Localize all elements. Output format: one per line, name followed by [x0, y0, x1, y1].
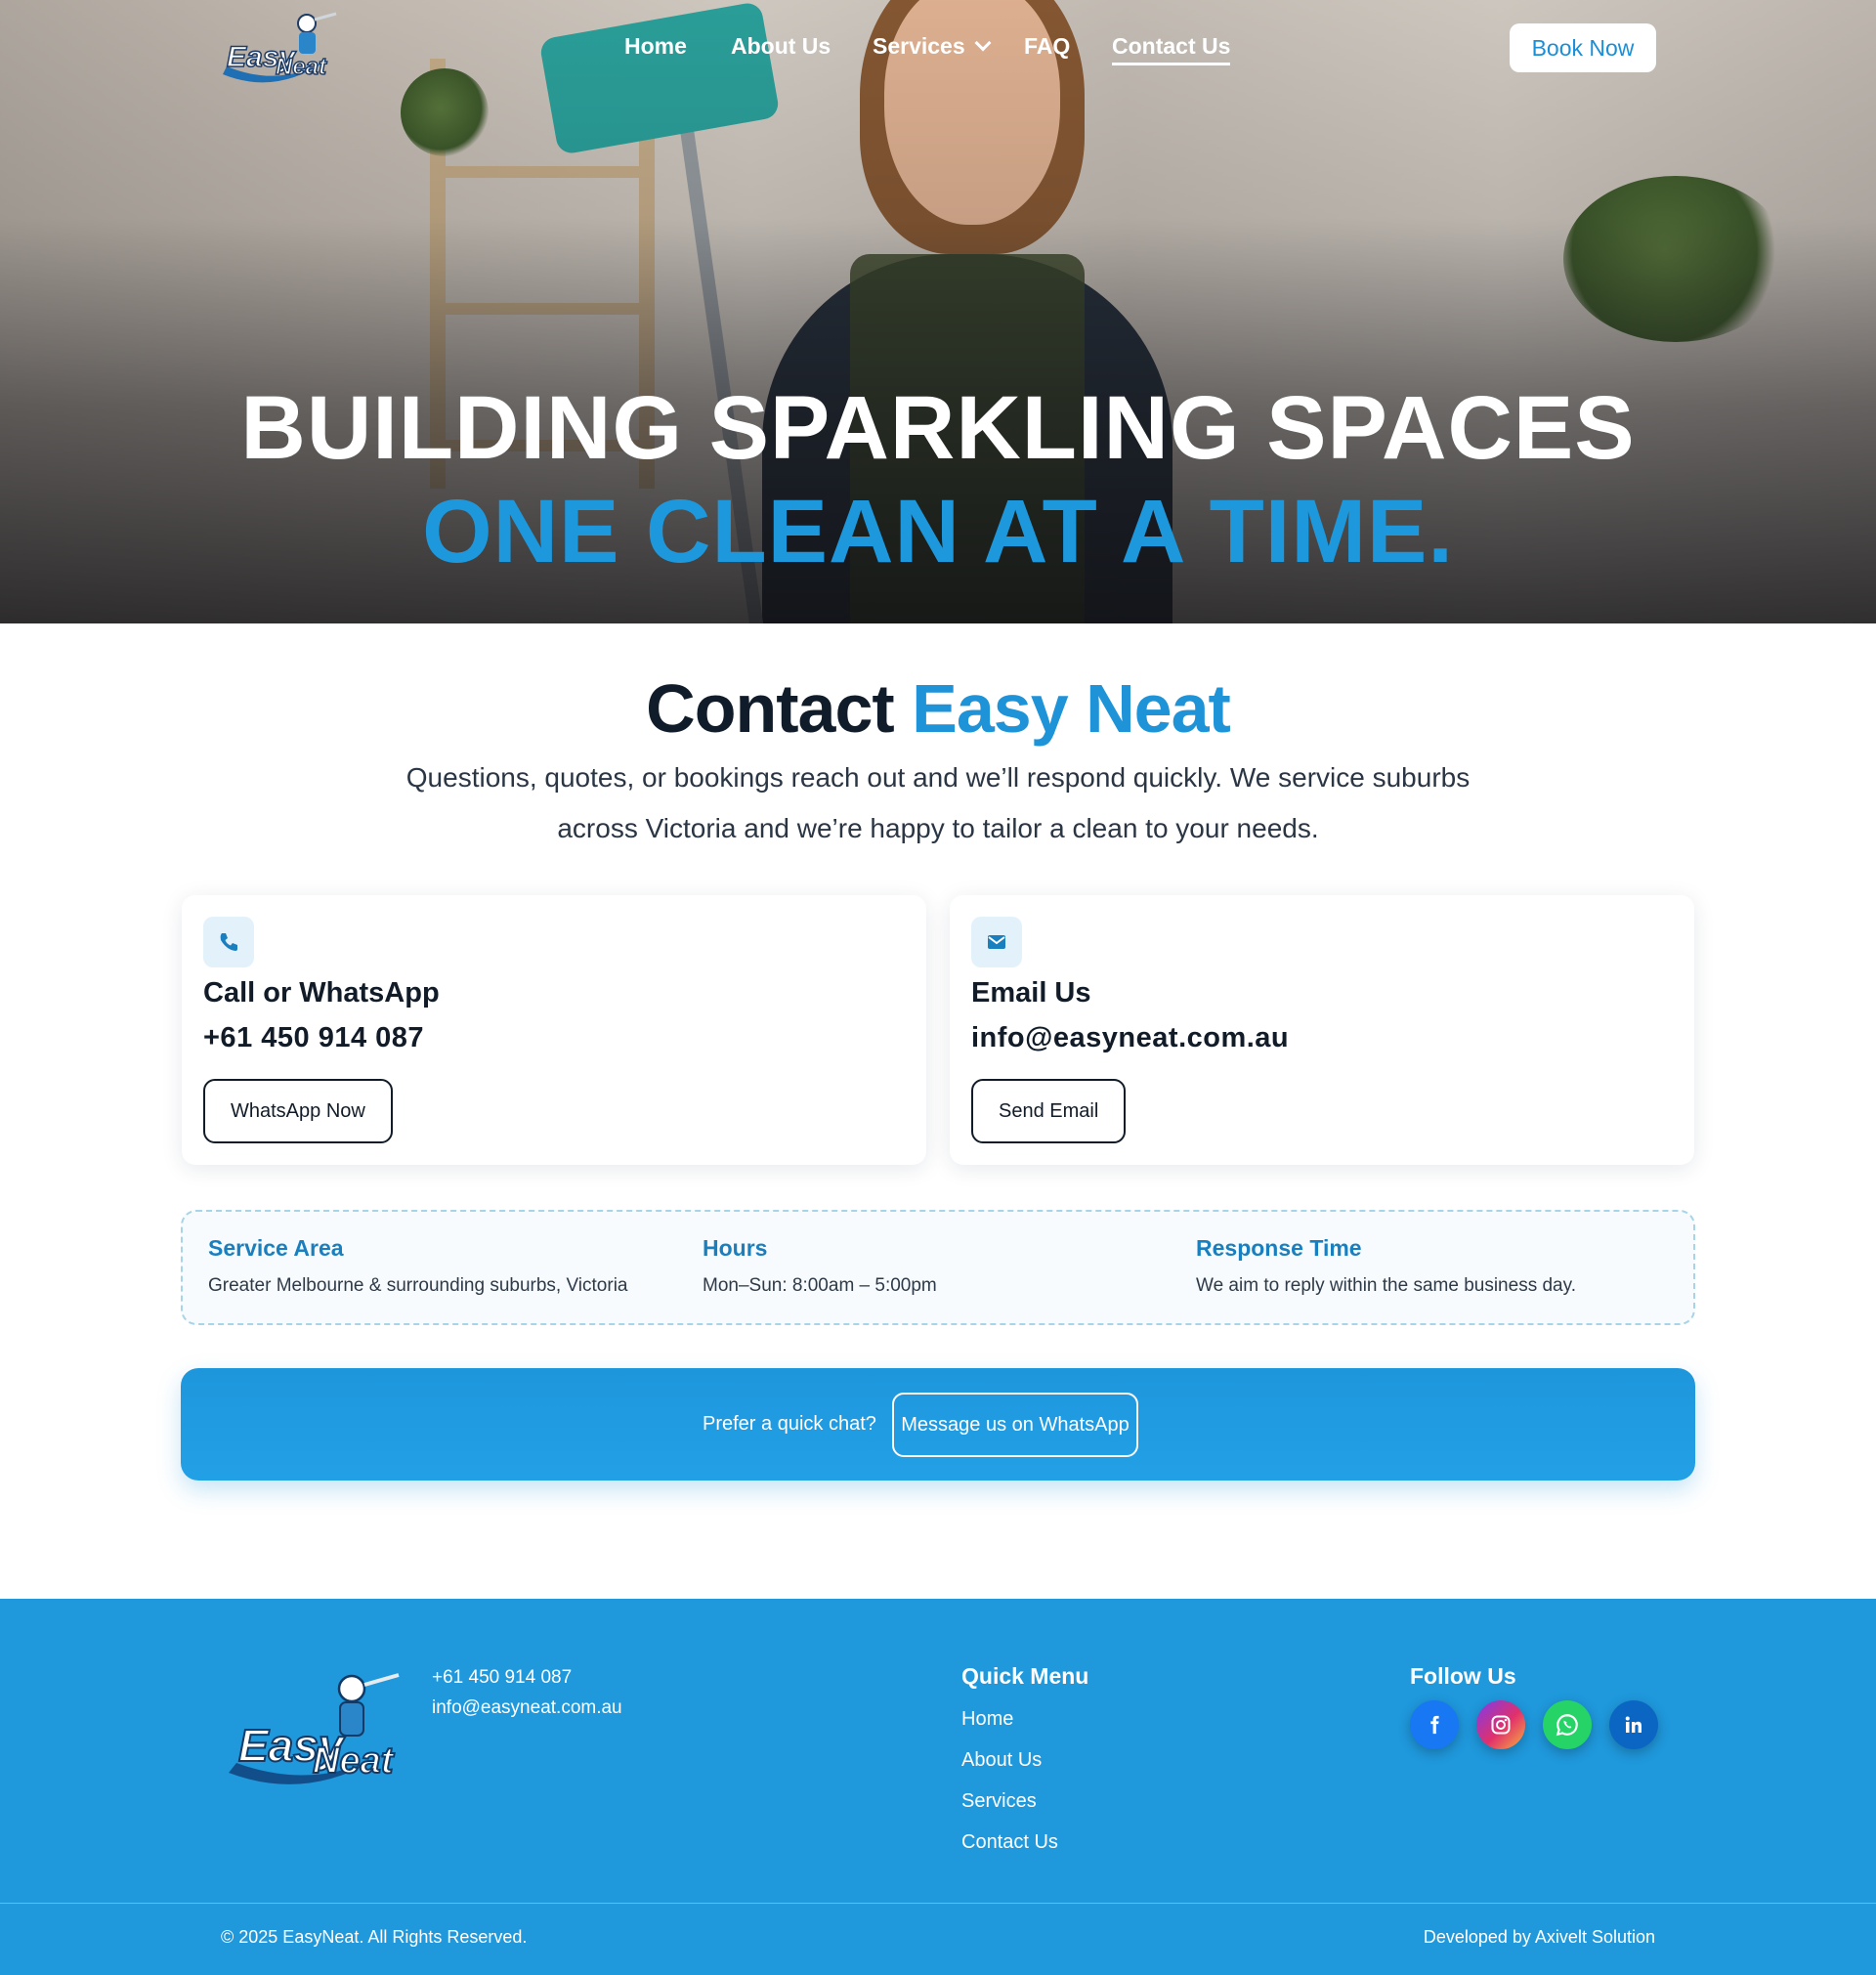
footer-email[interactable]: info@easyneat.com.au: [432, 1697, 622, 1719]
whatsapp-now-button[interactable]: WhatsApp Now: [203, 1079, 393, 1143]
response-time-label: Response Time: [1196, 1235, 1362, 1261]
hero-subheadline: ONE CLEAN AT A TIME.: [422, 482, 1454, 581]
hours-label: Hours: [703, 1235, 768, 1261]
copyright-text: © 2025 EasyNeat. All Rights Reserved.: [221, 1927, 528, 1947]
book-now-button[interactable]: Book Now: [1510, 23, 1656, 72]
email-address[interactable]: info@easyneat.com.au: [971, 1022, 1289, 1054]
nav-services[interactable]: Services: [873, 33, 992, 60]
contact-title-dark: Contact: [646, 670, 895, 747]
phone-number[interactable]: +61 450 914 087: [203, 1022, 424, 1054]
nav-services-label: Services: [873, 33, 965, 59]
email-card: Email Us info@easyneat.com.au Send Email: [950, 895, 1694, 1165]
mail-icon: [971, 917, 1022, 967]
follow-us-title: Follow Us: [1410, 1663, 1516, 1689]
service-area-block: Service Area Greater Melbourne & surroun…: [208, 1235, 628, 1297]
cta-question: Prefer a quick chat?: [703, 1413, 876, 1435]
chevron-down-icon: [974, 34, 992, 52]
footer: Easy Neat +61 450 914 087 info@easyneat.…: [0, 1599, 1876, 1975]
facebook-icon[interactable]: [1410, 1700, 1459, 1749]
nav-contact-us[interactable]: Contact Us: [1112, 33, 1231, 65]
send-email-button[interactable]: Send Email: [971, 1079, 1127, 1143]
footer-divider: [0, 1903, 1876, 1904]
nav-home[interactable]: Home: [624, 33, 687, 60]
phone-card-title: Call or WhatsApp: [203, 977, 440, 1009]
linkedin-icon[interactable]: [1609, 1700, 1658, 1749]
hours-block: Hours Mon–Sun: 8:00am – 5:00pm: [703, 1235, 937, 1297]
whatsapp-cta-banner: Prefer a quick chat? Message us on Whats…: [181, 1368, 1695, 1481]
contact-title: Contact Easy Neat: [0, 669, 1876, 748]
svg-text:Neat: Neat: [313, 1740, 395, 1782]
message-whatsapp-button[interactable]: Message us on WhatsApp: [892, 1393, 1138, 1457]
footer-link-services[interactable]: Services: [961, 1790, 1037, 1813]
footer-logo-mark: Easy Neat: [229, 1673, 400, 1784]
hero-headline: BUILDING SPARKLING SPACES: [240, 378, 1636, 478]
footer-link-home[interactable]: Home: [961, 1708, 1013, 1731]
footer-logo[interactable]: Easy Neat: [223, 1667, 405, 1794]
email-card-title: Email Us: [971, 977, 1091, 1009]
instagram-icon[interactable]: [1476, 1700, 1525, 1749]
phone-card: Call or WhatsApp +61 450 914 087 WhatsAp…: [182, 895, 926, 1165]
footer-link-about-us[interactable]: About Us: [961, 1749, 1042, 1772]
developer-credit[interactable]: Developed by Axivelt Solution: [1424, 1927, 1655, 1948]
response-time-text: We aim to reply within the same business…: [1196, 1275, 1576, 1296]
service-area-text: Greater Melbourne & surrounding suburbs,…: [208, 1275, 628, 1296]
response-time-block: Response Time We aim to reply within the…: [1196, 1235, 1576, 1297]
nav-faq[interactable]: FAQ: [1024, 33, 1070, 60]
hero-section: Easy Neat Home About Us Services FAQ Con…: [0, 0, 1876, 623]
info-strip: Service Area Greater Melbourne & surroun…: [181, 1210, 1695, 1325]
quick-menu-title: Quick Menu: [961, 1663, 1089, 1689]
phone-icon: [203, 917, 254, 967]
contact-title-blue: Easy Neat: [912, 670, 1231, 747]
hours-text: Mon–Sun: 8:00am – 5:00pm: [703, 1275, 937, 1296]
footer-link-contact-us[interactable]: Contact Us: [961, 1831, 1058, 1854]
footer-phone[interactable]: +61 450 914 087: [432, 1667, 572, 1689]
nav-about-us[interactable]: About Us: [731, 33, 831, 60]
service-area-label: Service Area: [208, 1235, 344, 1261]
contact-description: Questions, quotes, or bookings reach out…: [405, 762, 1471, 843]
whatsapp-icon[interactable]: [1543, 1700, 1592, 1749]
